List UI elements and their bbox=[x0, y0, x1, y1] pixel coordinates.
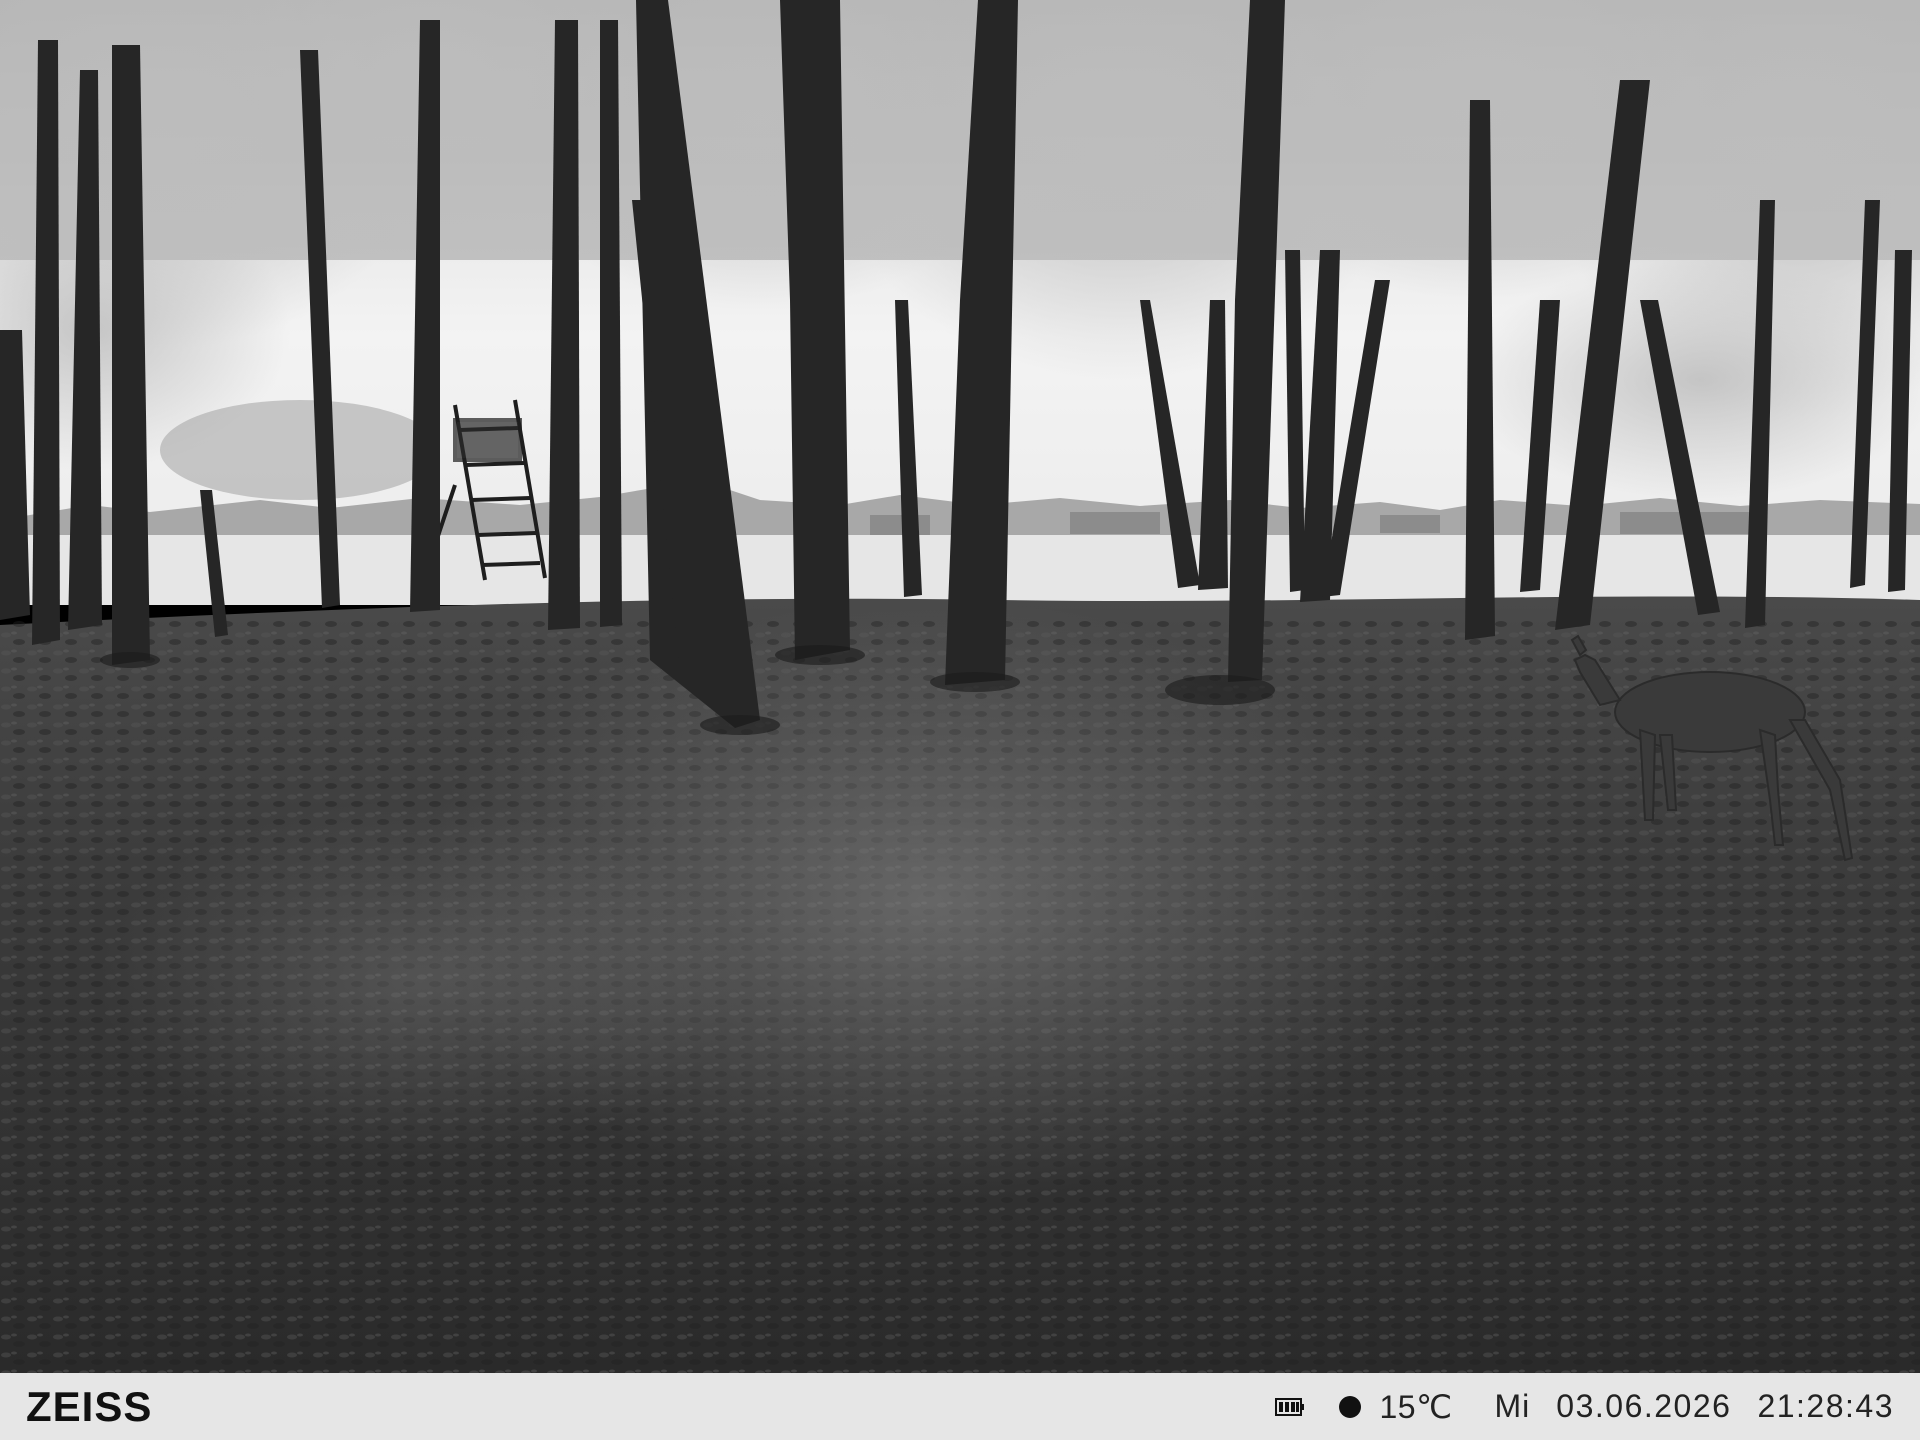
trail-camera-frame: ZEISS 15℃ Mi 03.06.2026 21:28:43 bbox=[0, 0, 1920, 1440]
time-readout: 21:28:43 bbox=[1757, 1388, 1894, 1424]
battery-icon bbox=[1275, 1397, 1305, 1416]
date-readout: 03.06.2026 bbox=[1556, 1388, 1732, 1424]
camera-info-bar: ZEISS 15℃ Mi 03.06.2026 21:28:43 bbox=[0, 1373, 1920, 1440]
infrared-forest-photo bbox=[0, 0, 1920, 1373]
forest-scene bbox=[0, 0, 1920, 1373]
brand-logo: ZEISS bbox=[26, 1382, 153, 1430]
weekday-readout: Mi bbox=[1494, 1388, 1531, 1424]
moon-icon bbox=[1339, 1395, 1362, 1418]
temperature-readout: 15℃ bbox=[1379, 1388, 1453, 1425]
camera-metadata: 15℃ Mi 03.06.2026 21:28:43 bbox=[1275, 1388, 1894, 1426]
